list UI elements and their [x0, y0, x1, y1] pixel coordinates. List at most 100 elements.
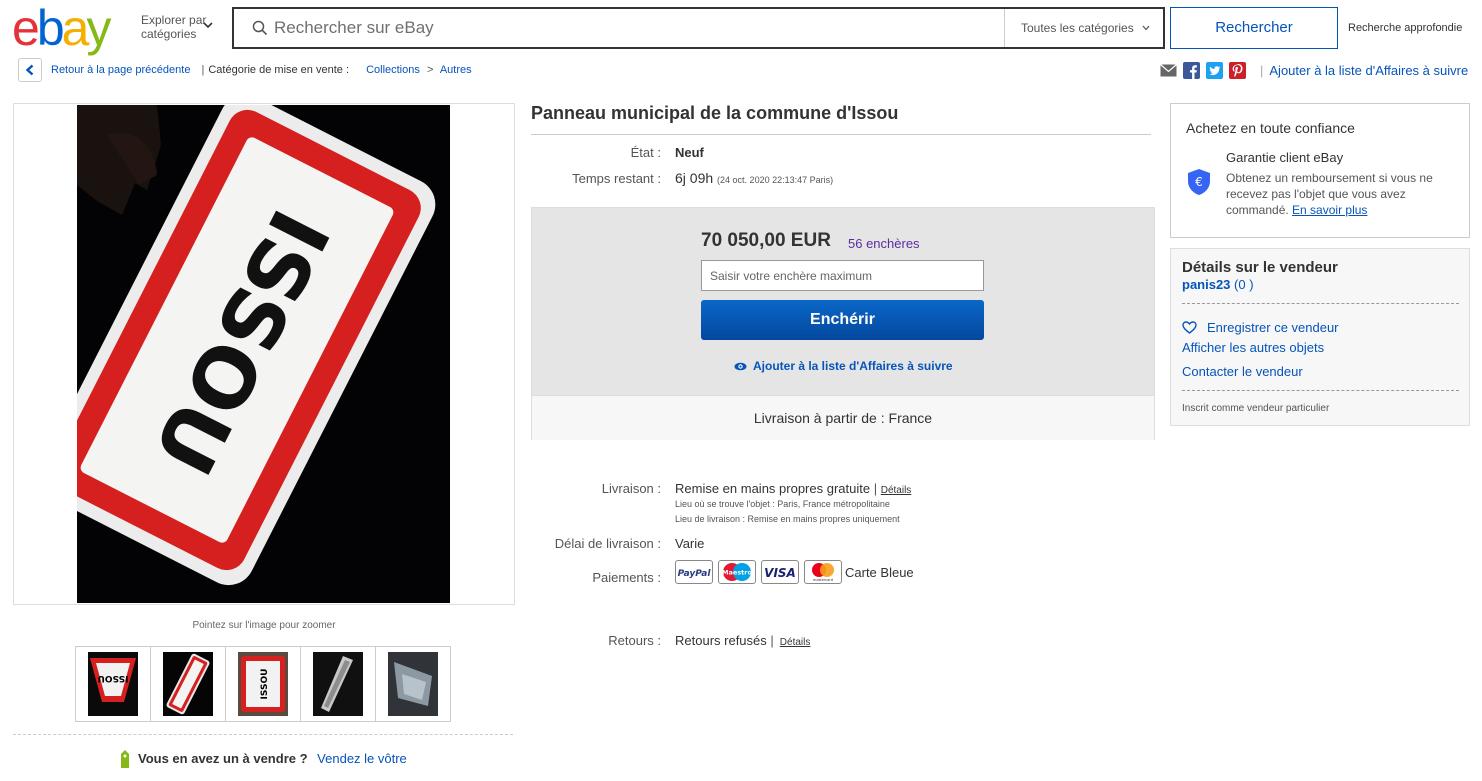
- maestro-badge: Maestro: [718, 560, 756, 584]
- thumbnail-image: ISSOU: [238, 652, 288, 716]
- maestro-label: Maestro: [722, 569, 752, 577]
- breadcrumb-item-collections[interactable]: Collections: [366, 64, 420, 76]
- separator: |: [873, 481, 878, 496]
- add-to-watchlist-link[interactable]: Ajouter à la liste d'Affaires à suivre: [1269, 63, 1468, 78]
- bid-box: 70 050,00 EUR 56 enchères Enchérir Ajout…: [531, 207, 1155, 440]
- delivery-place: Lieu de livraison : Remise en mains prop…: [675, 514, 900, 524]
- zoom-hint: Pointez sur l'image pour zoomer: [192, 620, 336, 631]
- thumbnail-image: [163, 652, 213, 716]
- category-select[interactable]: Toutes les catégories: [1004, 9, 1163, 47]
- seller-name-link[interactable]: panis23: [1182, 277, 1230, 292]
- seller-name-row: panis23 (0 ): [1182, 277, 1254, 292]
- seller-info-box: Détails sur le vendeur panis23 (0 ) Enre…: [1170, 248, 1470, 426]
- shield-euro-icon: €: [1188, 169, 1210, 195]
- returns-value-row: Retours refusés | Détails: [675, 633, 810, 648]
- back-to-previous-link[interactable]: Retour à la page précédente: [51, 64, 190, 76]
- explore-categories-button[interactable]: Explorer par catégories: [141, 13, 206, 41]
- separator: |: [770, 633, 774, 648]
- main-product-image[interactable]: ISSOU: [77, 105, 450, 603]
- back-button[interactable]: [18, 58, 42, 82]
- delivery-details-link[interactable]: Détails: [881, 485, 912, 496]
- facebook-icon[interactable]: [1183, 62, 1200, 79]
- thumbnail-4[interactable]: [300, 646, 376, 722]
- search-bar: Toutes les catégories: [232, 7, 1165, 49]
- delivery-value-row: Remise en mains propres gratuite | Détai…: [675, 481, 911, 496]
- max-bid-input[interactable]: [701, 260, 984, 291]
- breadcrumb: Retour à la page précédente | Catégorie d…: [51, 64, 472, 76]
- guarantee-text: Obtenez un remboursement si vous ne rece…: [1226, 170, 1454, 218]
- time-left-value: 6j 09h (24 oct. 2020 22:13:47 Paris): [675, 170, 833, 186]
- contact-seller-link[interactable]: Contacter le vendeur: [1182, 364, 1303, 379]
- end-date: (24 oct. 2020 22:13:47 Paris): [717, 175, 834, 185]
- delivery-value: Remise en mains propres gratuite: [675, 481, 871, 496]
- breadcrumb-item-autres[interactable]: Autres: [440, 64, 472, 76]
- guarantee-title: Garantie client eBay: [1226, 150, 1344, 165]
- returns-value: Retours refusés: [675, 633, 767, 648]
- thumbnail-image: ISSOU: [88, 652, 138, 716]
- bid-count-link[interactable]: 56 enchères: [848, 236, 920, 251]
- thumbnail-image: [313, 652, 363, 716]
- seller-feedback-score[interactable]: (0 ): [1234, 277, 1254, 292]
- ebay-logo[interactable]: ebay: [12, 3, 111, 53]
- visa-label: VISA: [764, 566, 796, 580]
- thumbnail-1[interactable]: ISSOU: [75, 646, 151, 722]
- time-left-label: Temps restant :: [572, 171, 661, 186]
- view-other-items-link[interactable]: Afficher les autres objets: [1182, 340, 1324, 355]
- mastercard-label: mastercard: [813, 578, 833, 582]
- divider: [531, 134, 1151, 135]
- condition-value: Neuf: [675, 145, 704, 160]
- logo-letter-e: e: [12, 0, 40, 56]
- item-title: Panneau municipal de la commune d'Issou: [531, 103, 899, 123]
- shipping-origin: Livraison à partir de : France: [532, 395, 1154, 440]
- sell-yours-link[interactable]: Vendez le vôtre: [311, 751, 407, 766]
- breadcrumb-separator: |: [201, 64, 205, 76]
- eye-icon: [734, 362, 747, 371]
- thumbnail-image: [388, 652, 438, 716]
- breadcrumb-category-label: Catégorie de mise en vente :: [208, 64, 349, 76]
- item-location: Lieu où se trouve l'objet : Paris, Franc…: [675, 499, 890, 509]
- divider: [1182, 303, 1459, 304]
- thumbnail-sign-text: ISSOU: [98, 673, 129, 683]
- logo-letter-y: y: [86, 0, 111, 56]
- chevron-left-icon: [25, 64, 34, 76]
- thumbnail-3[interactable]: ISSOU: [225, 646, 301, 722]
- thumbnail-2[interactable]: [150, 646, 226, 722]
- delivery-delay-label: Délai de livraison :: [554, 536, 661, 551]
- search-input[interactable]: [274, 9, 994, 47]
- payment-methods: PayPal Maestro VISA mastercard Carte Ble…: [675, 560, 925, 584]
- advanced-search-link[interactable]: Recherche approfondie: [1348, 22, 1462, 34]
- paypal-badge: PayPal: [675, 560, 713, 584]
- search-button[interactable]: Rechercher: [1170, 7, 1338, 49]
- add-to-watchlist-button[interactable]: Ajouter à la liste d'Affaires à suivre: [734, 359, 953, 373]
- carte-bleue-label: Carte Bleue: [845, 565, 914, 580]
- seller-registration-type: Inscrit comme vendeur particulier: [1182, 403, 1330, 414]
- search-icon: [252, 20, 268, 36]
- time-left-duration: 6j 09h: [675, 170, 714, 186]
- thumbnail-sign-text: ISSOU: [260, 669, 270, 700]
- twitter-icon[interactable]: [1206, 62, 1223, 79]
- thumbnail-5[interactable]: [375, 646, 451, 722]
- delivery-label: Livraison :: [601, 481, 661, 496]
- explore-label-line1: Explorer par: [141, 13, 207, 27]
- learn-more-link[interactable]: En savoir plus: [1292, 203, 1367, 217]
- visa-badge: VISA: [761, 560, 799, 584]
- category-select-label: Toutes les catégories: [1021, 21, 1134, 35]
- sell-prompt: Vous en avez un à vendre ? Vendez le vôt…: [118, 750, 407, 768]
- main-image-container[interactable]: ISSOU: [13, 103, 515, 605]
- add-to-watchlist-label: Ajouter à la liste d'Affaires à suivre: [753, 359, 953, 373]
- trust-title: Achetez en toute confiance: [1186, 120, 1355, 136]
- divider: [13, 734, 513, 735]
- buyer-protection-box: Achetez en toute confiance € Garantie cl…: [1170, 103, 1470, 238]
- returns-details-link[interactable]: Détails: [780, 637, 811, 648]
- separator: |: [1260, 63, 1264, 78]
- email-icon[interactable]: [1160, 62, 1177, 79]
- chevron-down-icon: [203, 22, 213, 29]
- place-bid-button[interactable]: Enchérir: [701, 300, 984, 340]
- issou-sign-image: ISSOU: [77, 105, 450, 603]
- payments-label: Paiements :: [592, 570, 661, 585]
- current-price: 70 050,00 EUR: [701, 230, 831, 251]
- save-seller-link[interactable]: Enregistrer ce vendeur: [1207, 320, 1339, 335]
- chevron-down-icon: [1142, 25, 1150, 31]
- pinterest-icon[interactable]: [1229, 62, 1246, 79]
- seller-title: Détails sur le vendeur: [1182, 259, 1338, 276]
